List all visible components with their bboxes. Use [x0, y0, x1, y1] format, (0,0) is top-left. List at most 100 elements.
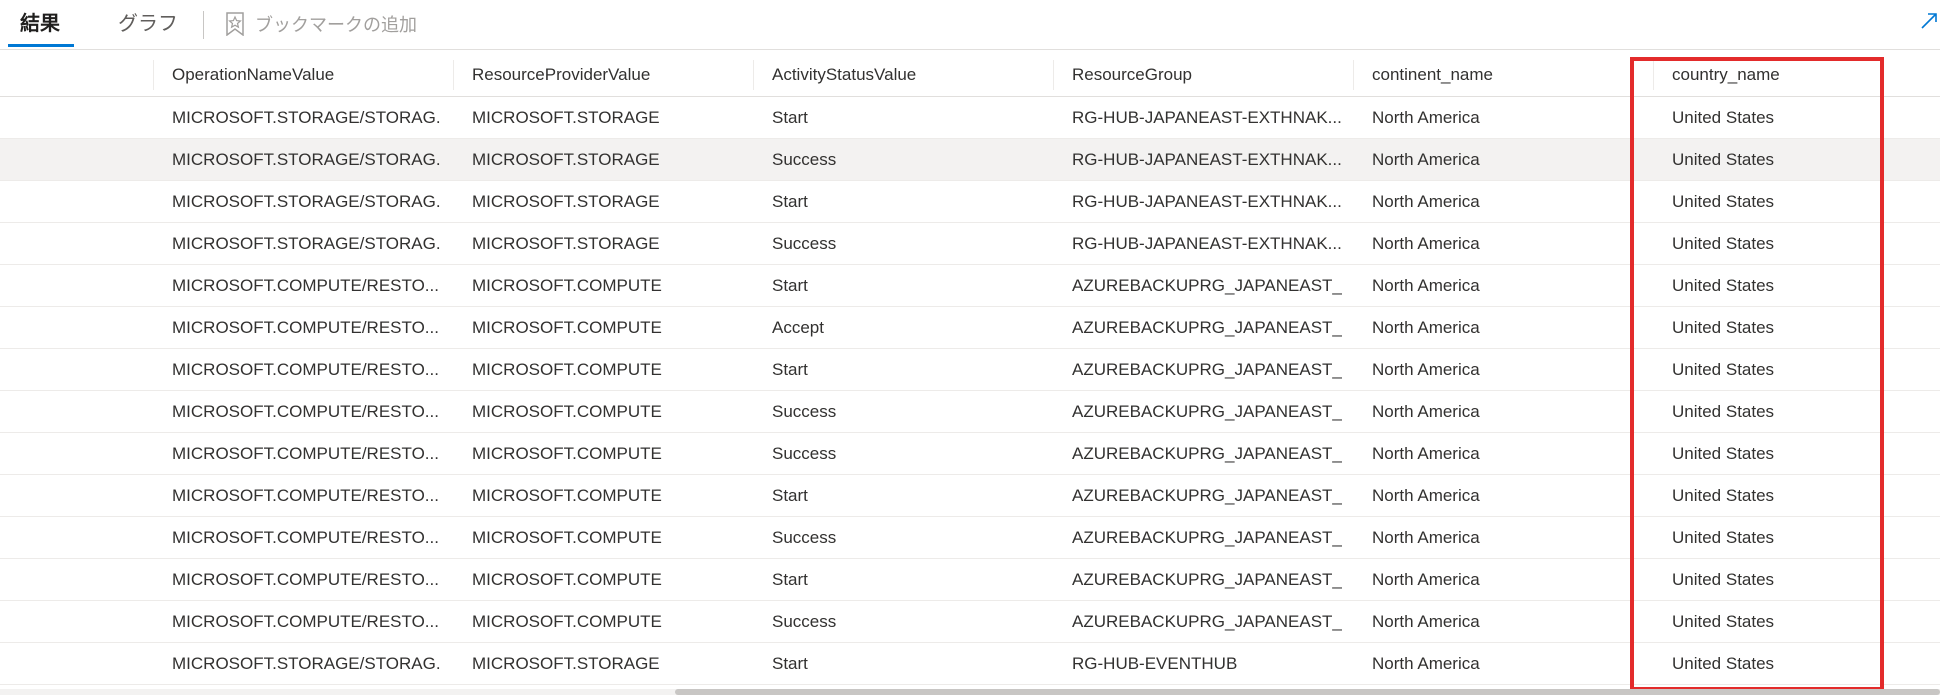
cell-country-name[interactable]: United States	[1672, 391, 1892, 432]
table-row[interactable]: MICROSOFT.STORAGE/STORAG... MICROSOFT.STO…	[0, 97, 1940, 139]
cell-activity-status[interactable]: Accept	[772, 307, 1042, 348]
expand-icon[interactable]	[1918, 10, 1940, 32]
column-divider[interactable]	[1353, 60, 1354, 90]
cell-country-name[interactable]: United States	[1672, 433, 1892, 474]
table-row[interactable]: MICROSOFT.COMPUTE/RESTO... MICROSOFT.COMP…	[0, 265, 1940, 307]
table-row[interactable]: MICROSOFT.COMPUTE/RESTO... MICROSOFT.COMP…	[0, 517, 1940, 559]
cell-resource-group[interactable]: RG-HUB-JAPANEAST-EXTHNAK...	[1072, 139, 1342, 180]
cell-resource-group[interactable]: RG-HUB-EVENTHUB	[1072, 643, 1342, 684]
table-row[interactable]: MICROSOFT.COMPUTE/RESTO... MICROSOFT.COMP…	[0, 391, 1940, 433]
cell-operation-name[interactable]: MICROSOFT.STORAGE/STORAG...	[172, 139, 442, 180]
column-header-continent-name[interactable]: continent_name	[1372, 54, 1642, 96]
cell-resource-group[interactable]: AZUREBACKUPRG_JAPANEAST_1	[1072, 349, 1342, 390]
cell-operation-name[interactable]: MICROSOFT.STORAGE/STORAG...	[172, 97, 442, 138]
cell-resource-group[interactable]: AZUREBACKUPRG_JAPANEAST_1	[1072, 307, 1342, 348]
column-divider[interactable]	[753, 60, 754, 90]
cell-operation-name[interactable]: MICROSOFT.COMPUTE/RESTO...	[172, 559, 442, 600]
cell-activity-status[interactable]: Start	[772, 349, 1042, 390]
cell-country-name[interactable]: United States	[1672, 349, 1892, 390]
cell-country-name[interactable]: United States	[1672, 97, 1892, 138]
cell-resource-group[interactable]: AZUREBACKUPRG_JAPANEAST_1	[1072, 517, 1342, 558]
cell-resource-provider[interactable]: MICROSOFT.COMPUTE	[472, 391, 742, 432]
cell-activity-status[interactable]: Success	[772, 433, 1042, 474]
cell-continent-name[interactable]: North America	[1372, 349, 1642, 390]
cell-resource-group[interactable]: AZUREBACKUPRG_JAPANEAST_1	[1072, 601, 1342, 642]
cell-country-name[interactable]: United States	[1672, 307, 1892, 348]
cell-resource-group[interactable]: AZUREBACKUPRG_JAPANEAST_1	[1072, 475, 1342, 516]
cell-resource-group[interactable]: RG-HUB-JAPANEAST-EXTHNAK...	[1072, 223, 1342, 264]
column-header-resource-provider[interactable]: ResourceProviderValue	[472, 54, 742, 96]
cell-resource-provider[interactable]: MICROSOFT.COMPUTE	[472, 307, 742, 348]
cell-activity-status[interactable]: Success	[772, 601, 1042, 642]
cell-continent-name[interactable]: North America	[1372, 601, 1642, 642]
cell-activity-status[interactable]: Start	[772, 643, 1042, 684]
cell-operation-name[interactable]: MICROSOFT.STORAGE/STORAG...	[172, 643, 442, 684]
cell-resource-provider[interactable]: MICROSOFT.COMPUTE	[472, 265, 742, 306]
cell-continent-name[interactable]: North America	[1372, 517, 1642, 558]
cell-operation-name[interactable]: MICROSOFT.COMPUTE/RESTO...	[172, 265, 442, 306]
cell-country-name[interactable]: United States	[1672, 181, 1892, 222]
add-bookmark-button[interactable]: ブックマークの追加	[225, 9, 417, 39]
cell-resource-provider[interactable]: MICROSOFT.COMPUTE	[472, 475, 742, 516]
table-row[interactable]: MICROSOFT.STORAGE/STORAG... MICROSOFT.STO…	[0, 223, 1940, 265]
cell-country-name[interactable]: United States	[1672, 601, 1892, 642]
tab-graph[interactable]: グラフ	[118, 9, 178, 39]
cell-resource-group[interactable]: RG-HUB-JAPANEAST-EXTHNAK...	[1072, 181, 1342, 222]
cell-continent-name[interactable]: North America	[1372, 559, 1642, 600]
cell-country-name[interactable]: United States	[1672, 517, 1892, 558]
cell-activity-status[interactable]: Start	[772, 97, 1042, 138]
cell-continent-name[interactable]: North America	[1372, 223, 1642, 264]
table-row[interactable]: MICROSOFT.COMPUTE/RESTO... MICROSOFT.COMP…	[0, 433, 1940, 475]
cell-country-name[interactable]: United States	[1672, 265, 1892, 306]
cell-resource-group[interactable]: AZUREBACKUPRG_JAPANEAST_1	[1072, 265, 1342, 306]
cell-activity-status[interactable]: Start	[772, 559, 1042, 600]
cell-resource-provider[interactable]: MICROSOFT.COMPUTE	[472, 349, 742, 390]
cell-operation-name[interactable]: MICROSOFT.COMPUTE/RESTO...	[172, 433, 442, 474]
cell-resource-provider[interactable]: MICROSOFT.STORAGE	[472, 139, 742, 180]
column-header-activity-status[interactable]: ActivityStatusValue	[772, 54, 1042, 96]
cell-continent-name[interactable]: North America	[1372, 265, 1642, 306]
column-header-country-name[interactable]: country_name	[1672, 54, 1892, 96]
cell-country-name[interactable]: United States	[1672, 643, 1892, 684]
cell-operation-name[interactable]: MICROSOFT.COMPUTE/RESTO...	[172, 601, 442, 642]
cell-resource-group[interactable]: AZUREBACKUPRG_JAPANEAST_1	[1072, 559, 1342, 600]
cell-operation-name[interactable]: MICROSOFT.COMPUTE/RESTO...	[172, 349, 442, 390]
table-row[interactable]: MICROSOFT.COMPUTE/RESTO... MICROSOFT.COMP…	[0, 601, 1940, 643]
table-row[interactable]: MICROSOFT.COMPUTE/RESTO... MICROSOFT.COMP…	[0, 349, 1940, 391]
cell-resource-provider[interactable]: MICROSOFT.COMPUTE	[472, 433, 742, 474]
cell-resource-provider[interactable]: MICROSOFT.COMPUTE	[472, 559, 742, 600]
cell-activity-status[interactable]: Success	[772, 223, 1042, 264]
table-row[interactable]: MICROSOFT.STORAGE/STORAG... MICROSOFT.STO…	[0, 139, 1940, 181]
cell-resource-provider[interactable]: MICROSOFT.STORAGE	[472, 223, 742, 264]
cell-operation-name[interactable]: MICROSOFT.COMPUTE/RESTO...	[172, 517, 442, 558]
table-row[interactable]: MICROSOFT.COMPUTE/RESTO... MICROSOFT.COMP…	[0, 307, 1940, 349]
cell-country-name[interactable]: United States	[1672, 139, 1892, 180]
column-divider[interactable]	[453, 60, 454, 90]
column-divider[interactable]	[1653, 60, 1654, 90]
cell-operation-name[interactable]: MICROSOFT.COMPUTE/RESTO...	[172, 391, 442, 432]
cell-continent-name[interactable]: North America	[1372, 643, 1642, 684]
column-divider[interactable]	[153, 60, 154, 90]
cell-operation-name[interactable]: MICROSOFT.STORAGE/STORAG...	[172, 181, 442, 222]
table-row[interactable]: MICROSOFT.STORAGE/STORAG... MICROSOFT.STO…	[0, 643, 1940, 685]
cell-activity-status[interactable]: Start	[772, 265, 1042, 306]
cell-resource-provider[interactable]: MICROSOFT.STORAGE	[472, 181, 742, 222]
cell-activity-status[interactable]: Success	[772, 391, 1042, 432]
cell-resource-group[interactable]: RG-HUB-JAPANEAST-EXTHNAK...	[1072, 97, 1342, 138]
tab-results[interactable]: 結果	[20, 9, 60, 39]
cell-activity-status[interactable]: Start	[772, 475, 1042, 516]
cell-operation-name[interactable]: MICROSOFT.STORAGE/STORAG...	[172, 223, 442, 264]
horizontal-scrollbar-thumb[interactable]	[675, 689, 1940, 695]
cell-resource-provider[interactable]: MICROSOFT.COMPUTE	[472, 517, 742, 558]
cell-activity-status[interactable]: Success	[772, 139, 1042, 180]
table-row[interactable]: MICROSOFT.STORAGE/STORAG... MICROSOFT.STO…	[0, 181, 1940, 223]
cell-resource-group[interactable]: AZUREBACKUPRG_JAPANEAST_1	[1072, 433, 1342, 474]
cell-country-name[interactable]: United States	[1672, 223, 1892, 264]
cell-resource-provider[interactable]: MICROSOFT.STORAGE	[472, 643, 742, 684]
cell-continent-name[interactable]: North America	[1372, 391, 1642, 432]
table-row[interactable]: MICROSOFT.COMPUTE/RESTO... MICROSOFT.COMP…	[0, 559, 1940, 601]
cell-continent-name[interactable]: North America	[1372, 139, 1642, 180]
cell-resource-provider[interactable]: MICROSOFT.COMPUTE	[472, 601, 742, 642]
table-row[interactable]: MICROSOFT.COMPUTE/RESTO... MICROSOFT.COMP…	[0, 475, 1940, 517]
column-header-resource-group[interactable]: ResourceGroup	[1072, 54, 1342, 96]
